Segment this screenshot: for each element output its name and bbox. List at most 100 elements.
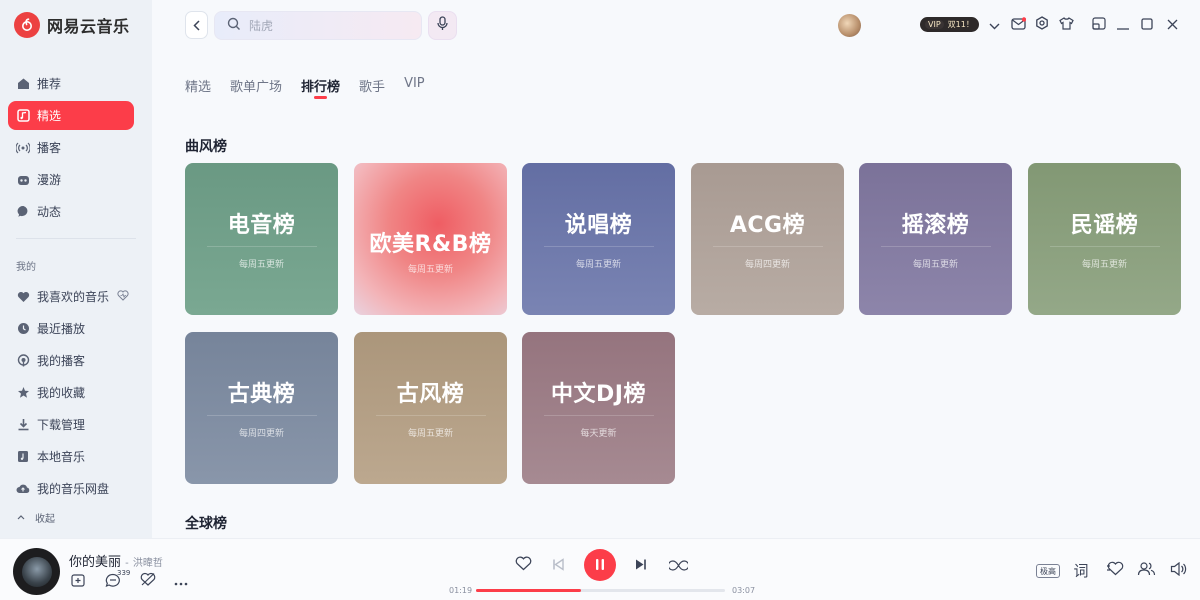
- add-to-playlist-button[interactable]: [70, 573, 86, 589]
- heart-icon: [16, 290, 30, 304]
- sidebar-item-local-music[interactable]: 本地音乐: [8, 442, 134, 471]
- like-button[interactable]: [514, 556, 532, 574]
- chart-card[interactable]: 古风榜 每周五更新: [354, 332, 507, 484]
- chart-card[interactable]: 民谣榜 每周五更新: [1028, 163, 1181, 315]
- chart-card[interactable]: 摇滚榜 每周五更新: [859, 163, 1012, 315]
- chart-card-update-schedule: 每周五更新: [407, 265, 453, 275]
- sidebar-item-label: 我的收藏: [37, 386, 86, 400]
- friends-button[interactable]: [1136, 562, 1156, 579]
- sidebar-item-downloads[interactable]: 下载管理: [8, 410, 134, 439]
- star-icon: [16, 386, 30, 400]
- mini-player-button[interactable]: [1090, 15, 1108, 33]
- chart-card[interactable]: 电音榜 每周五更新: [185, 163, 338, 315]
- dislike-button[interactable]: [139, 572, 157, 589]
- account-dropdown-button[interactable]: [985, 15, 1003, 33]
- sidebar-section-mine: 我的: [16, 262, 36, 273]
- sidebar-item-label: 本地音乐: [37, 450, 86, 464]
- promo-label: 双11！: [947, 20, 974, 29]
- home-icon: [16, 77, 30, 91]
- user-avatar[interactable]: [838, 14, 861, 37]
- podcast-icon: [16, 354, 30, 368]
- cloud-icon: [16, 482, 30, 496]
- search-input[interactable]: [249, 18, 399, 33]
- album-cover[interactable]: [13, 548, 60, 595]
- sidebar-item-label: 播客: [37, 141, 62, 155]
- chart-card[interactable]: ACG榜 每周四更新: [691, 163, 844, 315]
- sidebar-divider: [16, 238, 136, 239]
- chart-card-update-schedule: 每周五更新: [575, 260, 621, 270]
- lyrics-label: 词: [1073, 562, 1089, 580]
- sidebar-collapse-button[interactable]: 收起: [17, 510, 55, 525]
- minimize-icon: [1117, 15, 1129, 34]
- chart-card-update-schedule: 每周五更新: [238, 260, 284, 270]
- microphone-icon: [437, 16, 448, 35]
- more-options-button[interactable]: [173, 575, 189, 585]
- vip-label: VIP: [925, 20, 944, 29]
- clock-icon: [16, 322, 30, 336]
- chart-card-divider: [206, 246, 317, 247]
- chart-card-update-schedule: 每周五更新: [912, 260, 958, 270]
- search-bar[interactable]: [214, 11, 422, 40]
- play-mode-button[interactable]: [667, 557, 689, 573]
- close-button[interactable]: [1163, 15, 1181, 33]
- sidebar-item-label: 我的播客: [37, 354, 86, 368]
- speaker-icon: [1170, 561, 1187, 580]
- app-name: 网易云音乐: [47, 17, 130, 36]
- voice-search-button[interactable]: [428, 11, 457, 40]
- back-button[interactable]: [185, 11, 208, 39]
- heartbeat-mode-icon[interactable]: [117, 289, 129, 304]
- sidebar-item-roam[interactable]: 漫游: [8, 165, 134, 194]
- sidebar: 网易云音乐 推荐 精选 播客 漫游 动态 我的 我喜欢的音乐 最近播放 我的播客…: [0, 0, 152, 538]
- sidebar-item-my-podcast[interactable]: 我的播客: [8, 346, 134, 375]
- sidebar-item-cloud-drive[interactable]: 我的音乐网盘: [8, 474, 134, 503]
- next-track-button[interactable]: [633, 557, 649, 573]
- content-tabs: 精选 歌单广场 排行榜 歌手 VIP: [185, 76, 444, 99]
- sidebar-item-feed[interactable]: 动态: [8, 197, 134, 226]
- sidebar-item-label: 精选: [37, 109, 62, 123]
- sidebar-item-recommend[interactable]: 推荐: [8, 69, 134, 98]
- chart-card[interactable]: 古典榜 每周四更新: [185, 332, 338, 484]
- progress-fill: [476, 589, 581, 592]
- chart-card-update-schedule: 每周四更新: [238, 429, 284, 439]
- sidebar-item-collection[interactable]: 我的收藏: [8, 378, 134, 407]
- chart-card[interactable]: 中文DJ榜 每天更新: [522, 332, 675, 484]
- sidebar-item-label: 动态: [37, 205, 62, 219]
- theme-button[interactable]: [1057, 15, 1075, 33]
- sidebar-item-podcast[interactable]: 播客: [8, 133, 134, 162]
- chart-card-update-schedule: 每周五更新: [1081, 260, 1127, 270]
- local-music-icon: [16, 450, 30, 464]
- quality-button[interactable]: 极高: [1036, 564, 1060, 578]
- tab-artists[interactable]: 歌手: [359, 76, 385, 95]
- play-pause-button[interactable]: [584, 549, 616, 581]
- pause-icon: [594, 556, 606, 575]
- app-logo[interactable]: 网易云音乐: [14, 12, 130, 38]
- sidebar-item-liked-music[interactable]: 我喜欢的音乐: [8, 282, 134, 311]
- maximize-icon: [1141, 15, 1153, 34]
- tab-playlist-square[interactable]: 歌单广场: [230, 76, 282, 95]
- sidebar-item-recent[interactable]: 最近播放: [8, 314, 134, 343]
- maximize-button[interactable]: [1138, 15, 1156, 33]
- tab-vip[interactable]: VIP: [404, 76, 425, 95]
- messages-button[interactable]: [1009, 15, 1027, 33]
- chart-card[interactable]: 说唱榜 每周五更新: [522, 163, 675, 315]
- progress-bar[interactable]: [476, 589, 725, 592]
- tab-charts[interactable]: 排行榜: [301, 76, 340, 99]
- minimize-button[interactable]: [1114, 15, 1132, 33]
- song-title[interactable]: 你的美丽: [69, 555, 121, 570]
- sidebar-item-label: 漫游: [37, 173, 62, 187]
- comment-count: 339: [117, 569, 131, 577]
- skip-next-icon: [635, 556, 647, 575]
- song-artist[interactable]: 洪暐哲: [133, 558, 163, 569]
- chart-card-divider: [375, 415, 486, 416]
- sidebar-item-featured[interactable]: 精选: [8, 101, 134, 130]
- volume-button[interactable]: [1169, 561, 1187, 580]
- mini-mode-icon: [1092, 15, 1106, 34]
- listen-together-button[interactable]: [1105, 561, 1125, 579]
- previous-track-button[interactable]: [550, 557, 566, 573]
- chart-card-update-schedule: 每周五更新: [407, 429, 453, 439]
- lyrics-button[interactable]: 词: [1073, 562, 1089, 580]
- tab-featured[interactable]: 精选: [185, 76, 211, 95]
- vip-badge[interactable]: VIP 双11！: [920, 17, 979, 32]
- chart-card[interactable]: 欧美R&B榜 每周五更新: [354, 163, 507, 315]
- settings-button[interactable]: [1033, 15, 1051, 33]
